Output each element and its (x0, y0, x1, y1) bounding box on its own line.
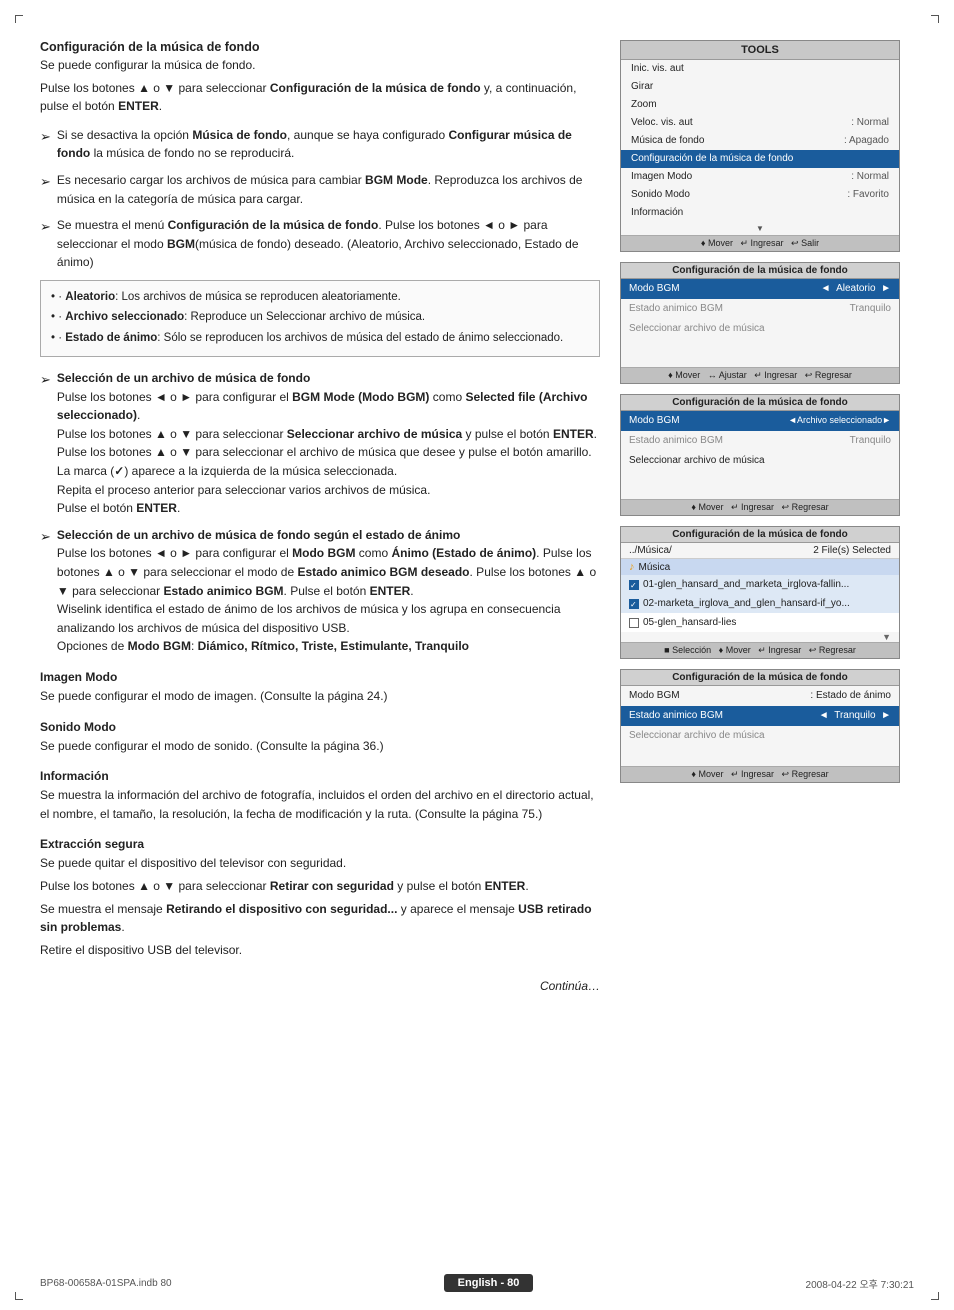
bgm-row-modo-2: Modo BGM ◄Archivo seleccionado► (621, 411, 899, 431)
bgm-row-estado-5: Estado animico BGM ◄ Tranquilo ► (621, 706, 899, 726)
tools-footer: ♦ Mover ↵ Ingresar ↩ Salir (621, 235, 899, 251)
arrow-item-1: ➢ Si se desactiva la opción Música de fo… (40, 126, 600, 163)
footer-file: BP68-00658A-01SPA.indb 80 (40, 1278, 172, 1289)
tools-row-config-musica: Configuración de la música de fondo (621, 150, 899, 168)
bgm-archivo-panel: Configuración de la música de fondo Modo… (620, 394, 900, 516)
bgm-files-footer: ■ Selección ♦ Mover ↵ Ingresar ↩ Regresa… (621, 642, 899, 658)
file-name-2: 02-marketa_irglova_and_glen_hansard-if_y… (643, 596, 850, 611)
arrow-item-4: ➢ Selección de un archivo de música de f… (40, 369, 600, 518)
section-title-info: Información (40, 769, 600, 783)
file-item-1: 01-glen_hansard_and_marketa_irglova-fall… (621, 575, 899, 594)
bgm-animo-footer: ♦ Mover ↵ Ingresar ↩ Regresar (621, 766, 899, 782)
bgm-files-title: Configuración de la música de fondo (621, 527, 899, 543)
music-folder: ♪ Música (621, 559, 899, 575)
continues-text: Continúa… (40, 979, 600, 993)
bgm-animo-title: Configuración de la música de fondo (621, 670, 899, 686)
arrow-symbol-5: ➢ (40, 527, 51, 656)
section-body-extraccion: Se puede quitar el dispositivo del telev… (40, 854, 600, 959)
file-name-3: 05-glen_hansard-lies (643, 615, 736, 630)
tools-row-sonido: Sonido Modo: Favorito (621, 186, 899, 204)
bgm-files-panel: Configuración de la música de fondo ../M… (620, 526, 900, 659)
right-column: TOOLS Inic. vis. aut Girar Zoom Veloc. v… (620, 40, 900, 1250)
arrow-item-5: ➢ Selección de un archivo de música de f… (40, 526, 600, 656)
bgm-row-seleccionar-2: Seleccionar archivo de música (621, 451, 899, 471)
arrow-symbol-2: ➢ (40, 172, 51, 208)
tools-row-velocvis: Veloc. vis. aut: Normal (621, 114, 899, 132)
file-item-2: 02-marketa_irglova_and_glen_hansard-if_y… (621, 594, 899, 613)
bgm-aleatorio-title: Configuración de la música de fondo (621, 263, 899, 279)
bgm-archivo-title: Configuración de la música de fondo (621, 395, 899, 411)
section-informacion: Información Se muestra la información de… (40, 769, 600, 823)
bgm-archivo-footer: ♦ Mover ↵ Ingresar ↩ Regresar (621, 499, 899, 515)
file-item-3: 05-glen_hansard-lies (621, 613, 899, 632)
section-sonido-modo: Sonido Modo Se puede configurar el modo … (40, 720, 600, 756)
checkbox-1 (629, 580, 639, 590)
arrow-item-2: ➢ Es necesario cargar los archivos de mú… (40, 171, 600, 208)
bgm-row-estado-2: Estado animico BGM Tranquilo (621, 431, 899, 451)
bgm-row-seleccionar-1: Seleccionar archivo de música (621, 319, 899, 339)
tools-row-musica: Música de fondo: Apagado (621, 132, 899, 150)
footer-badge: English - 80 (444, 1274, 534, 1292)
section-body-sonido: Se puede configurar el modo de sonido. (… (40, 737, 600, 756)
section-title-imagen: Imagen Modo (40, 670, 600, 684)
folder-icon: ♪ (629, 561, 635, 573)
files-header: ../Música/ 2 File(s) Selected (621, 543, 899, 559)
tools-row-zoom: Zoom (621, 96, 899, 114)
arrow-item-3: ➢ Se muestra el menú Configuración de la… (40, 216, 600, 272)
tools-row-girar: Girar (621, 78, 899, 96)
bgm-row-modo-1: Modo BGM ◄ Aleatorio ► (621, 279, 899, 299)
section-imagen-modo: Imagen Modo Se puede configurar el modo … (40, 670, 600, 706)
bgm-aleatorio-panel: Configuración de la música de fondo Modo… (620, 262, 900, 384)
checkbox-2 (629, 599, 639, 609)
section-title-config: Configuración de la música de fondo (40, 40, 600, 54)
tools-row-informacion: Información (621, 204, 899, 222)
file-name-1: 01-glen_hansard_and_marketa_irglova-fall… (643, 577, 849, 592)
tools-row-imagen: Imagen Modo: Normal (621, 168, 899, 186)
section-body-config: Se puede configurar la música de fondo. … (40, 56, 600, 116)
section-body-info: Se muestra la información del archivo de… (40, 786, 600, 823)
section-body-imagen: Se puede configurar el modo de imagen. (… (40, 687, 600, 706)
footer-date: 2008-04-22 오후 7:30:21 (806, 1276, 914, 1291)
arrow-symbol-4: ➢ (40, 370, 51, 518)
folder-label: Música (639, 562, 671, 573)
left-column: Configuración de la música de fondo Se p… (40, 40, 600, 1250)
bgm-row-estado-1: Estado animico BGM Tranquilo (621, 299, 899, 319)
arrow-symbol-1: ➢ (40, 127, 51, 163)
section-config-musica: Configuración de la música de fondo Se p… (40, 40, 600, 656)
section-extraccion: Extracción segura Se puede quitar el dis… (40, 837, 600, 959)
section-title-extraccion: Extracción segura (40, 837, 600, 851)
section-title-sonido: Sonido Modo (40, 720, 600, 734)
arrow-symbol-3: ➢ (40, 217, 51, 272)
tools-title: TOOLS (621, 41, 899, 60)
bgm-animo-panel: Configuración de la música de fondo Modo… (620, 669, 900, 783)
checkbox-3 (629, 618, 639, 628)
tools-panel: TOOLS Inic. vis. aut Girar Zoom Veloc. v… (620, 40, 900, 252)
bgm-aleatorio-footer: ♦ Mover ↔ Ajustar ↵ Ingresar ↩ Regresar (621, 367, 899, 383)
page-footer: BP68-00658A-01SPA.indb 80 English - 80 2… (0, 1274, 954, 1292)
bgm-row-seleccionar-5: Seleccionar archivo de música (621, 726, 899, 746)
bullet-box: · Aleatorio: Los archivos de música se r… (40, 280, 600, 357)
tools-row-inicvis: Inic. vis. aut (621, 60, 899, 78)
bgm-row-modo-5: Modo BGM : Estado de ánimo (621, 686, 899, 706)
